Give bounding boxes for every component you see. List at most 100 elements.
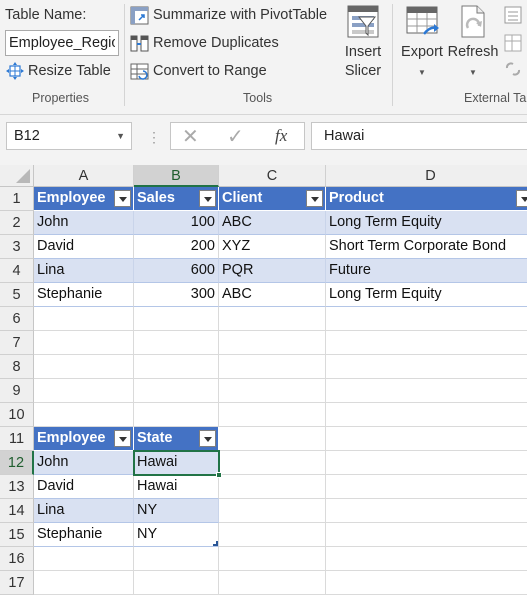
table2-cell[interactable]: NY: [134, 499, 219, 523]
cell[interactable]: [34, 355, 134, 379]
table1-cell[interactable]: PQR: [219, 259, 326, 283]
row-header-8[interactable]: 8: [0, 355, 34, 379]
cell[interactable]: [219, 523, 326, 547]
cell[interactable]: [326, 307, 527, 331]
cell[interactable]: [219, 475, 326, 499]
row-header-12[interactable]: 12: [0, 451, 34, 475]
cell[interactable]: [326, 499, 527, 523]
table1-cell[interactable]: 300: [134, 283, 219, 307]
convert-to-range-button[interactable]: Convert to Range: [130, 59, 267, 83]
cell[interactable]: [134, 571, 219, 595]
row-header-6[interactable]: 6: [0, 307, 34, 331]
column-header-a[interactable]: A: [34, 165, 134, 187]
cell[interactable]: [134, 355, 219, 379]
table1-cell[interactable]: ABC: [219, 211, 326, 235]
row-header-1[interactable]: 1: [0, 187, 34, 211]
resize-table-button[interactable]: Resize Table: [6, 59, 111, 83]
cell[interactable]: [219, 571, 326, 595]
insert-slicer-button[interactable]: Insert Slicer: [338, 4, 388, 81]
table1-header-employee[interactable]: Employee: [34, 187, 134, 211]
column-header-b[interactable]: B: [134, 165, 219, 187]
enter-icon[interactable]: ✓: [227, 124, 244, 149]
cell[interactable]: [219, 307, 326, 331]
cell[interactable]: [134, 547, 219, 571]
cell[interactable]: [34, 403, 134, 427]
cell[interactable]: [34, 307, 134, 331]
row-header-7[interactable]: 7: [0, 331, 34, 355]
cell[interactable]: [34, 547, 134, 571]
row-header-9[interactable]: 9: [0, 379, 34, 403]
formula-input[interactable]: Hawai: [311, 122, 527, 150]
row-header-17[interactable]: 17: [0, 571, 34, 595]
table1-header-product[interactable]: Product: [326, 187, 527, 211]
row-header-5[interactable]: 5: [0, 283, 34, 307]
cell[interactable]: [219, 499, 326, 523]
cell[interactable]: [326, 571, 527, 595]
table1-cell[interactable]: 200: [134, 235, 219, 259]
cell[interactable]: [326, 355, 527, 379]
cell[interactable]: [134, 403, 219, 427]
cell[interactable]: [326, 427, 527, 451]
refresh-button[interactable]: Refresh ▼: [447, 4, 499, 82]
row-header-13[interactable]: 13: [0, 475, 34, 499]
name-box[interactable]: B12 ▼: [6, 122, 132, 150]
cell[interactable]: [326, 547, 527, 571]
cell[interactable]: [219, 379, 326, 403]
cell[interactable]: [326, 523, 527, 547]
cell[interactable]: [326, 475, 527, 499]
table-resize-handle-icon[interactable]: [213, 541, 218, 546]
filter-dropdown-icon[interactable]: [199, 190, 216, 207]
cell[interactable]: [326, 451, 527, 475]
export-button[interactable]: Export ▼: [398, 4, 446, 82]
row-header-16[interactable]: 16: [0, 547, 34, 571]
cell[interactable]: [219, 451, 326, 475]
table2-cell[interactable]: Lina: [34, 499, 134, 523]
table2-cell[interactable]: NY: [134, 523, 219, 547]
cell[interactable]: [219, 403, 326, 427]
cell[interactable]: [34, 379, 134, 403]
filter-dropdown-icon[interactable]: [199, 430, 216, 447]
cell[interactable]: [326, 331, 527, 355]
table1-header-sales[interactable]: Sales: [134, 187, 219, 211]
remove-duplicates-button[interactable]: Remove Duplicates: [130, 31, 279, 55]
row-header-14[interactable]: 14: [0, 499, 34, 523]
cell[interactable]: [326, 379, 527, 403]
table1-cell[interactable]: ABC: [219, 283, 326, 307]
cell[interactable]: [219, 331, 326, 355]
cell[interactable]: [134, 331, 219, 355]
row-header-11[interactable]: 11: [0, 427, 34, 451]
table1-cell[interactable]: 600: [134, 259, 219, 283]
table2-cell[interactable]: Hawai: [134, 451, 219, 475]
cell[interactable]: [219, 355, 326, 379]
filter-dropdown-icon[interactable]: [306, 190, 323, 207]
row-header-10[interactable]: 10: [0, 403, 34, 427]
table1-cell[interactable]: XYZ: [219, 235, 326, 259]
select-all-button[interactable]: [0, 165, 34, 187]
table1-cell[interactable]: 100: [134, 211, 219, 235]
row-header-15[interactable]: 15: [0, 523, 34, 547]
table2-header-employee[interactable]: Employee: [34, 427, 134, 451]
cell[interactable]: [219, 427, 326, 451]
table1-cell[interactable]: Lina: [34, 259, 134, 283]
filter-dropdown-icon[interactable]: [516, 190, 527, 207]
table2-cell[interactable]: David: [34, 475, 134, 499]
table1-cell[interactable]: David: [34, 235, 134, 259]
table2-header-state[interactable]: State: [134, 427, 219, 451]
table1-header-client[interactable]: Client: [219, 187, 326, 211]
table1-cell[interactable]: Future: [326, 259, 527, 283]
row-header-3[interactable]: 3: [0, 235, 34, 259]
cell[interactable]: [134, 307, 219, 331]
table1-cell[interactable]: Long Term Equity: [326, 211, 527, 235]
insert-function-icon[interactable]: fx: [275, 126, 287, 146]
more-options-icon[interactable]: ⋮: [147, 129, 161, 146]
cancel-icon[interactable]: ✕: [182, 124, 199, 149]
row-header-2[interactable]: 2: [0, 211, 34, 235]
cell[interactable]: [134, 379, 219, 403]
column-header-d[interactable]: D: [326, 165, 527, 187]
table-name-input[interactable]: [5, 30, 119, 56]
table1-cell[interactable]: Short Term Corporate Bond: [326, 235, 527, 259]
unlink-icon[interactable]: [503, 59, 523, 83]
column-header-c[interactable]: C: [219, 165, 326, 187]
cell[interactable]: [34, 331, 134, 355]
cell[interactable]: [326, 403, 527, 427]
